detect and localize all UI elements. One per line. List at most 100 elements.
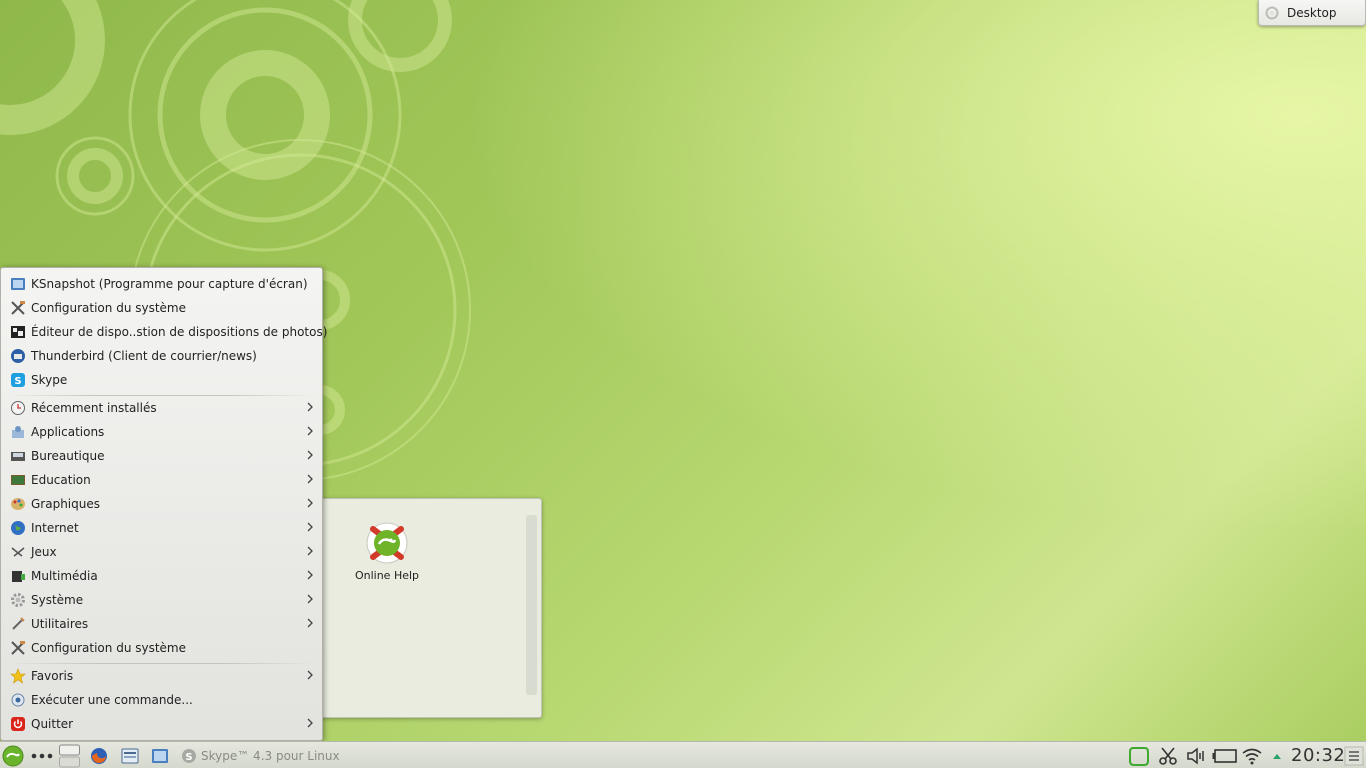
desktop-toolbox[interactable]: Desktop [1258,0,1366,26]
package-updater-icon [1129,746,1149,766]
clock-icon [11,401,25,415]
desktop-toolbox-label: Desktop [1287,5,1337,20]
menu-item-configuration-du-systeme[interactable]: Configuration du système [3,636,320,660]
speaker-icon [1187,746,1204,765]
taskbar: S Skype™ 4.3 pour Linux 20:32 [0,741,1366,768]
thunderbird-icon [11,349,25,363]
desktop-icon-online-help[interactable]: Online Help [347,519,427,582]
tools-icon [11,301,25,315]
education-icon [11,475,25,485]
tray-expand-button[interactable] [1272,742,1282,769]
menu-item-label: Favoris [31,669,74,683]
menu-item-label: Education [31,473,91,487]
digital-clock[interactable]: 20:32 [1291,742,1345,769]
system-gear-icon [11,593,25,607]
menu-item-photo-layout-editor[interactable]: Éditeur de dispo..stion de dispositions … [3,320,327,344]
menu-item-label: Quitter [31,717,74,731]
tray-klipper[interactable] [1157,742,1179,769]
graphics-icon [11,498,25,510]
chevron-right-icon [307,498,313,508]
menu-category-education[interactable]: Education [3,468,320,492]
tray-network[interactable] [1242,742,1262,769]
menu-item-quitter[interactable]: Quitter [3,712,320,736]
camera-icon [11,278,25,290]
menu-item-label: Jeux [31,545,57,559]
panel-options-button[interactable] [31,742,53,769]
menu-item-thunderbird[interactable]: Thunderbird (Client de courrier/news) [3,344,320,368]
office-icon [11,452,25,461]
menu-category-jeux[interactable]: Jeux [3,540,320,564]
menu-item-label: Configuration du système [31,641,186,655]
triangle-up-icon [1273,753,1281,759]
utilities-icon [12,617,25,630]
menu-item-label: Configuration du système [31,301,186,315]
application-menu: KSnapshot (Programme pour capture d'écra… [0,267,327,741]
menu-category-graphiques[interactable]: Graphiques [3,492,320,516]
menu-category-internet[interactable]: Internet [3,516,320,540]
menu-category-applications[interactable]: Applications [3,420,320,444]
menu-item-skype[interactable]: S Skype [3,368,320,392]
firefox-icon [91,747,107,764]
file-manager-launcher[interactable] [121,742,139,769]
chevron-right-icon [307,546,313,556]
virtual-desktop-pager-icon [59,744,80,768]
menu-item-label: Applications [31,425,105,439]
camera-icon [152,748,168,763]
skype-icon: S [182,748,196,763]
cashew-icon [1344,746,1364,765]
menu-item-label: Internet [31,521,79,535]
menu-item-label: Bureautique [31,449,105,463]
panel-toolbox[interactable] [1344,742,1364,769]
tray-volume[interactable] [1186,742,1206,769]
plasma-toolbox-icon [1265,6,1279,19]
chevron-right-icon [307,450,313,460]
application-launcher-button[interactable] [2,742,24,769]
chevron-right-icon [307,618,313,628]
applications-icon [12,426,24,438]
scissors-icon [1159,746,1177,765]
online-help-icon [366,522,408,564]
task-skype[interactable]: S Skype™ 4.3 pour Linux [181,742,340,769]
menu-item-label: Éditeur de dispo..stion de dispositions … [31,325,328,339]
photo-layout-icon [11,326,25,338]
star-icon [10,668,26,684]
menu-item-executer-commande[interactable]: Exécuter une commande... [3,688,320,712]
tray-battery[interactable] [1212,742,1238,769]
dots-icon [31,753,53,758]
chevron-right-icon [307,426,313,436]
menu-category-multimedia[interactable]: Multimédia [3,564,320,588]
battery-icon [1212,748,1237,763]
desktop-icon-label: Online Help [354,569,420,582]
menu-item-label: Récemment installés [31,401,157,415]
menu-category-systeme[interactable]: Système [3,588,320,612]
ksnapshot-launcher[interactable] [151,742,169,769]
wifi-icon [1242,748,1262,764]
menu-category-bureautique[interactable]: Bureautique [3,444,320,468]
menu-item-label: Skype [31,373,68,387]
dolphin-icon [121,748,139,763]
folder-view-scrollbar[interactable] [526,515,537,695]
chevron-right-icon [307,522,313,532]
skype-icon: S [11,373,25,387]
menu-item-label: KSnapshot (Programme pour capture d'écra… [31,277,308,291]
folder-view-widget: Online Help [318,498,542,718]
menu-category-recemment-installes[interactable]: Récemment installés [3,396,320,420]
firefox-launcher[interactable] [90,742,108,769]
power-icon [11,717,25,731]
multimedia-icon [12,571,25,582]
menu-category-utilitaires[interactable]: Utilitaires [3,612,320,636]
tools-icon [11,641,25,655]
opensuse-launcher-icon [2,745,24,766]
menu-item-label: Exécuter une commande... [31,693,193,707]
chevron-right-icon [307,474,313,484]
menu-item-label: Système [31,593,84,607]
run-command-icon [11,693,25,707]
menu-item-label: Graphiques [31,497,100,511]
menu-item-favoris[interactable]: Favoris [3,664,320,688]
pager-widget[interactable] [59,742,80,769]
menu-item-ksnapshot[interactable]: KSnapshot (Programme pour capture d'écra… [3,272,320,296]
tray-update-applet[interactable] [1128,742,1150,769]
chevron-right-icon [307,670,313,680]
chevron-right-icon [307,718,313,728]
menu-item-configuration-systeme[interactable]: Configuration du système [3,296,320,320]
